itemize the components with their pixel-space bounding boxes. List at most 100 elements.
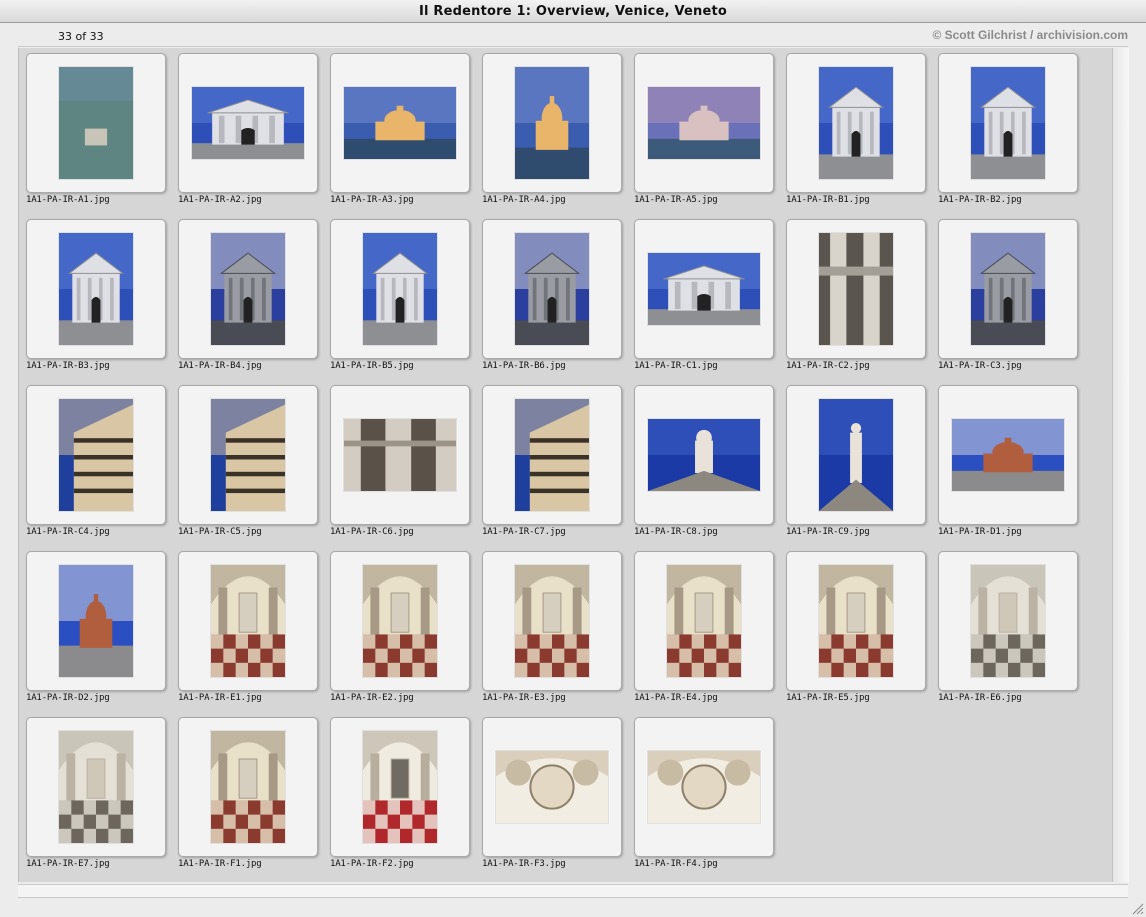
thumbnail-item[interactable]: 1A1-PA-IR-C2.jpg: [779, 214, 931, 380]
thumbnail-frame[interactable]: [330, 385, 470, 525]
thumbnail-item[interactable]: 1A1-PA-IR-E2.jpg: [323, 546, 475, 712]
thumbnail-frame[interactable]: [634, 53, 774, 193]
thumbnail-item[interactable]: 1A1-PA-IR-B3.jpg: [19, 214, 171, 380]
thumbnail-frame[interactable]: [634, 551, 774, 691]
thumbnail-image[interactable]: [211, 565, 285, 677]
thumbnail-item[interactable]: 1A1-PA-IR-E7.jpg: [19, 712, 171, 878]
thumbnail-image[interactable]: [211, 233, 285, 345]
thumbnail-frame[interactable]: [330, 53, 470, 193]
thumbnail-frame[interactable]: [938, 219, 1078, 359]
thumbnail-item[interactable]: 1A1-PA-IR-C3.jpg: [931, 214, 1083, 380]
thumbnail-item[interactable]: 1A1-PA-IR-C4.jpg: [19, 380, 171, 546]
thumbnail-item[interactable]: 1A1-PA-IR-B6.jpg: [475, 214, 627, 380]
thumbnail-frame[interactable]: [786, 551, 926, 691]
thumbnail-item[interactable]: 1A1-PA-IR-E6.jpg: [931, 546, 1083, 712]
thumbnail-frame[interactable]: [634, 219, 774, 359]
thumbnail-image[interactable]: [819, 67, 893, 179]
thumbnail-item[interactable]: 1A1-PA-IR-C6.jpg: [323, 380, 475, 546]
thumbnail-item[interactable]: 1A1-PA-IR-B1.jpg: [779, 48, 931, 214]
thumbnail-image[interactable]: [363, 233, 437, 345]
thumbnail-frame[interactable]: [786, 385, 926, 525]
thumbnail-frame[interactable]: [26, 53, 166, 193]
thumbnail-frame[interactable]: [786, 53, 926, 193]
thumbnail-frame[interactable]: [26, 551, 166, 691]
thumbnail-item[interactable]: 1A1-PA-IR-C1.jpg: [627, 214, 779, 380]
thumbnail-frame[interactable]: [26, 717, 166, 857]
thumbnail-item[interactable]: 1A1-PA-IR-D2.jpg: [19, 546, 171, 712]
thumbnail-image[interactable]: [59, 731, 133, 843]
thumbnail-item[interactable]: 1A1-PA-IR-C7.jpg: [475, 380, 627, 546]
thumbnail-image[interactable]: [515, 565, 589, 677]
resize-grip-icon[interactable]: [1130, 901, 1144, 915]
thumbnail-frame[interactable]: [482, 53, 622, 193]
thumbnail-image[interactable]: [59, 399, 133, 511]
thumbnail-item[interactable]: 1A1-PA-IR-E3.jpg: [475, 546, 627, 712]
thumbnail-item[interactable]: 1A1-PA-IR-F1.jpg: [171, 712, 323, 878]
thumbnail-item[interactable]: 1A1-PA-IR-B2.jpg: [931, 48, 1083, 214]
thumbnail-item[interactable]: 1A1-PA-IR-D1.jpg: [931, 380, 1083, 546]
thumbnail-frame[interactable]: [178, 219, 318, 359]
thumbnail-image[interactable]: [515, 233, 589, 345]
thumbnail-image[interactable]: [515, 399, 589, 511]
thumbnail-frame[interactable]: [482, 717, 622, 857]
thumbnail-frame[interactable]: [482, 219, 622, 359]
thumbnail-frame[interactable]: [178, 53, 318, 193]
thumbnail-frame[interactable]: [786, 219, 926, 359]
thumbnail-image[interactable]: [971, 233, 1045, 345]
thumbnail-image[interactable]: [648, 87, 760, 159]
thumbnail-image[interactable]: [952, 419, 1064, 491]
horizontal-scrollbar[interactable]: [18, 884, 1128, 898]
thumbnail-image[interactable]: [344, 87, 456, 159]
thumbnail-image[interactable]: [59, 67, 133, 179]
thumbnail-image[interactable]: [363, 731, 437, 843]
thumbnail-item[interactable]: 1A1-PA-IR-A2.jpg: [171, 48, 323, 214]
thumbnail-image[interactable]: [667, 565, 741, 677]
thumbnail-image[interactable]: [344, 419, 456, 491]
thumbnail-image[interactable]: [515, 67, 589, 179]
thumbnail-frame[interactable]: [482, 551, 622, 691]
thumbnail-item[interactable]: 1A1-PA-IR-C8.jpg: [627, 380, 779, 546]
thumbnail-item[interactable]: 1A1-PA-IR-A3.jpg: [323, 48, 475, 214]
thumbnail-image[interactable]: [363, 565, 437, 677]
thumbnail-frame[interactable]: [938, 551, 1078, 691]
thumbnail-frame[interactable]: [330, 717, 470, 857]
thumbnail-frame[interactable]: [26, 219, 166, 359]
vertical-scrollbar[interactable]: [1112, 48, 1129, 882]
thumbnail-image[interactable]: [648, 253, 760, 325]
thumbnail-frame[interactable]: [178, 717, 318, 857]
thumbnail-item[interactable]: 1A1-PA-IR-C9.jpg: [779, 380, 931, 546]
thumbnail-frame[interactable]: [178, 385, 318, 525]
thumbnail-image[interactable]: [648, 751, 760, 823]
thumbnail-frame[interactable]: [178, 551, 318, 691]
thumbnail-frame[interactable]: [330, 551, 470, 691]
thumbnail-item[interactable]: 1A1-PA-IR-F2.jpg: [323, 712, 475, 878]
thumbnail-frame[interactable]: [634, 717, 774, 857]
thumbnail-item[interactable]: 1A1-PA-IR-A1.jpg: [19, 48, 171, 214]
thumbnail-item[interactable]: 1A1-PA-IR-B4.jpg: [171, 214, 323, 380]
thumbnail-image[interactable]: [192, 87, 304, 159]
thumbnail-frame[interactable]: [634, 385, 774, 525]
thumbnail-frame[interactable]: [26, 385, 166, 525]
thumbnail-image[interactable]: [648, 419, 760, 491]
thumbnail-item[interactable]: 1A1-PA-IR-A4.jpg: [475, 48, 627, 214]
thumbnail-image[interactable]: [211, 399, 285, 511]
thumbnail-frame[interactable]: [938, 385, 1078, 525]
thumbnail-image[interactable]: [971, 565, 1045, 677]
thumbnail-item[interactable]: 1A1-PA-IR-E5.jpg: [779, 546, 931, 712]
thumbnail-frame[interactable]: [330, 219, 470, 359]
thumbnail-image[interactable]: [819, 233, 893, 345]
thumbnail-frame[interactable]: [938, 53, 1078, 193]
thumbnail-item[interactable]: 1A1-PA-IR-B5.jpg: [323, 214, 475, 380]
thumbnail-frame[interactable]: [482, 385, 622, 525]
thumbnail-item[interactable]: 1A1-PA-IR-C5.jpg: [171, 380, 323, 546]
thumbnail-item[interactable]: 1A1-PA-IR-F3.jpg: [475, 712, 627, 878]
thumbnail-image[interactable]: [819, 399, 893, 511]
thumbnail-item[interactable]: 1A1-PA-IR-F4.jpg: [627, 712, 779, 878]
thumbnail-item[interactable]: 1A1-PA-IR-E4.jpg: [627, 546, 779, 712]
thumbnail-image[interactable]: [59, 233, 133, 345]
thumbnail-image[interactable]: [211, 731, 285, 843]
thumbnail-image[interactable]: [971, 67, 1045, 179]
thumbnail-item[interactable]: 1A1-PA-IR-A5.jpg: [627, 48, 779, 214]
thumbnail-image[interactable]: [59, 565, 133, 677]
thumbnail-image[interactable]: [496, 751, 608, 823]
